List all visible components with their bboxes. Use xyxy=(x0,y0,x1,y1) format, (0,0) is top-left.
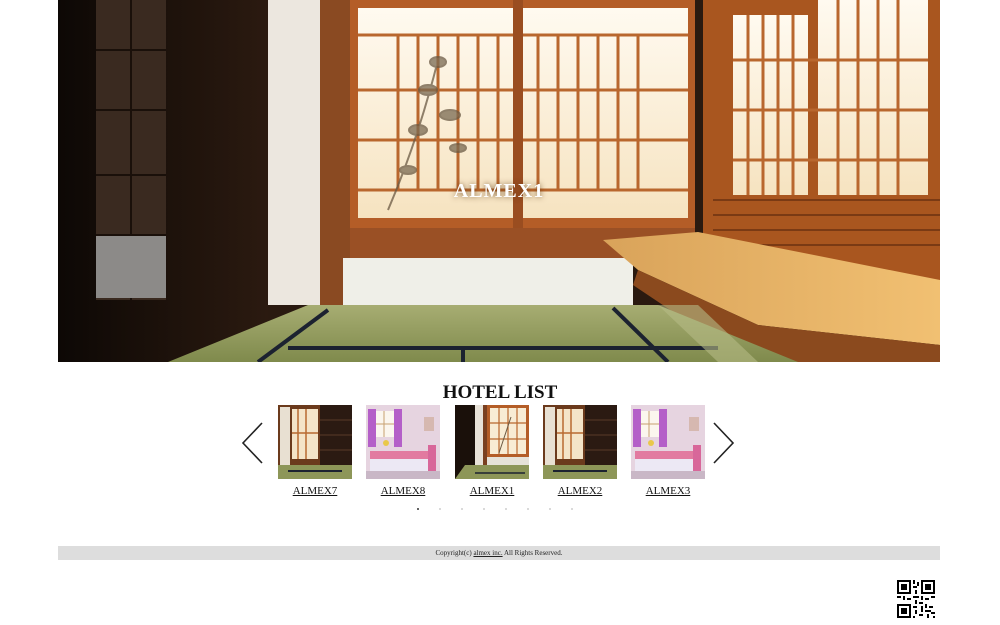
pink-bedroom-image xyxy=(366,405,440,479)
prev-slide-button[interactable] xyxy=(240,420,266,466)
pagination-dot[interactable] xyxy=(547,506,553,512)
pagination-dot[interactable] xyxy=(415,506,421,512)
pagination-dot[interactable] xyxy=(437,506,443,512)
company-link[interactable]: almex inc. xyxy=(473,549,502,557)
next-slide-button[interactable] xyxy=(710,420,736,466)
slide-item: ALMEX3 xyxy=(631,405,705,497)
qr-code-icon xyxy=(897,580,935,618)
slide-link[interactable]: ALMEX2 xyxy=(543,485,617,497)
hero-title: ALMEX1 xyxy=(453,180,545,202)
slide-item: ALMEX8 xyxy=(366,405,440,497)
slide-link[interactable]: ALMEX1 xyxy=(455,485,529,497)
slide-thumbnail[interactable] xyxy=(455,405,529,479)
slide-link[interactable]: ALMEX7 xyxy=(278,485,352,497)
pagination-dot[interactable] xyxy=(459,506,465,512)
slide-item: ALMEX7 xyxy=(278,405,352,497)
slide-link[interactable]: ALMEX3 xyxy=(631,485,705,497)
tatami-room-image xyxy=(543,405,617,479)
slide-thumbnail[interactable] xyxy=(278,405,352,479)
shoji-room-image xyxy=(455,405,529,479)
hero-banner: ALMEX1 xyxy=(58,0,940,362)
copyright-prefix: Copyright(c) xyxy=(435,549,474,557)
pagination-dot[interactable] xyxy=(481,506,487,512)
pink-bedroom-image xyxy=(631,405,705,479)
slide-link[interactable]: ALMEX8 xyxy=(366,485,440,497)
slide-item: ALMEX1 xyxy=(455,405,529,497)
chevron-right-icon xyxy=(713,422,735,464)
pagination-dot[interactable] xyxy=(569,506,575,512)
slide-item: ALMEX2 xyxy=(543,405,617,497)
pagination-dot[interactable] xyxy=(503,506,509,512)
hotel-list-title: HOTEL LIST xyxy=(442,382,558,403)
tatami-room-image xyxy=(278,405,352,479)
copyright-suffix: All Rights Reserved. xyxy=(502,549,563,557)
slide-thumbnail[interactable] xyxy=(366,405,440,479)
slider-pagination xyxy=(415,506,575,512)
qr-code xyxy=(897,580,935,618)
chevron-left-icon xyxy=(241,422,263,464)
slide-thumbnail[interactable] xyxy=(631,405,705,479)
footer-copyright: Copyright(c) almex inc. All Rights Reser… xyxy=(58,546,940,560)
pagination-dot[interactable] xyxy=(525,506,531,512)
slide-thumbnail[interactable] xyxy=(543,405,617,479)
